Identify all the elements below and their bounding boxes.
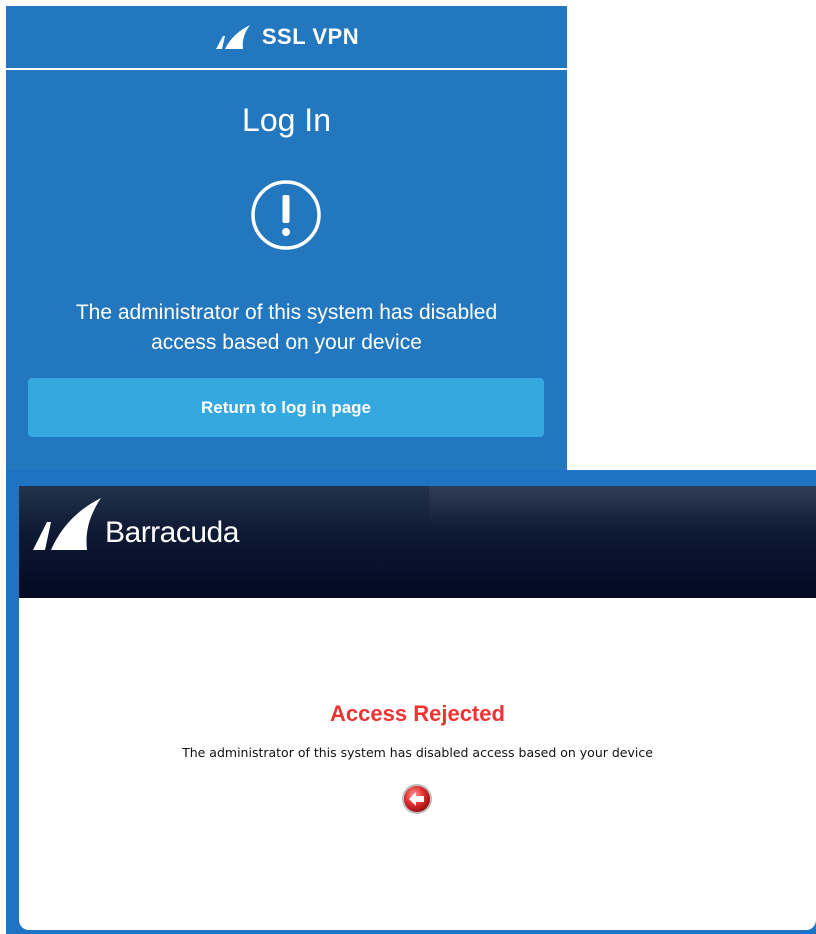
return-to-login-button[interactable]: Return to log in page — [28, 378, 544, 437]
access-rejected-message: The administrator of this system has dis… — [182, 745, 653, 760]
page-title: Log In — [242, 102, 331, 138]
access-rejected-title: Access Rejected — [330, 701, 505, 726]
back-arrow-icon[interactable] — [401, 783, 433, 815]
vpn-header: SSL VPN — [6, 6, 567, 70]
return-to-login-label: Return to log in page — [201, 397, 371, 417]
barracuda-fin-icon — [33, 498, 101, 550]
error-message: The administrator of this system has dis… — [6, 298, 567, 358]
barracuda-fin-icon — [215, 25, 250, 49]
ssl-vpn-panel: SSL VPN Log In The administrator of this… — [6, 6, 567, 470]
barracuda-header: Barracuda — [19, 486, 816, 598]
barracuda-brand-label: Barracuda — [105, 516, 239, 549]
barracuda-window: Barracuda Access Rejected The administra… — [19, 486, 816, 930]
error-message-line-1: The administrator of this system has dis… — [75, 301, 498, 324]
exclamation-circle-icon — [251, 180, 321, 250]
error-message-line-2: access based on your device — [151, 331, 422, 354]
vpn-brand-label: SSL VPN — [261, 24, 360, 49]
barracuda-frame: Barracuda Access Rejected The administra… — [6, 470, 816, 934]
